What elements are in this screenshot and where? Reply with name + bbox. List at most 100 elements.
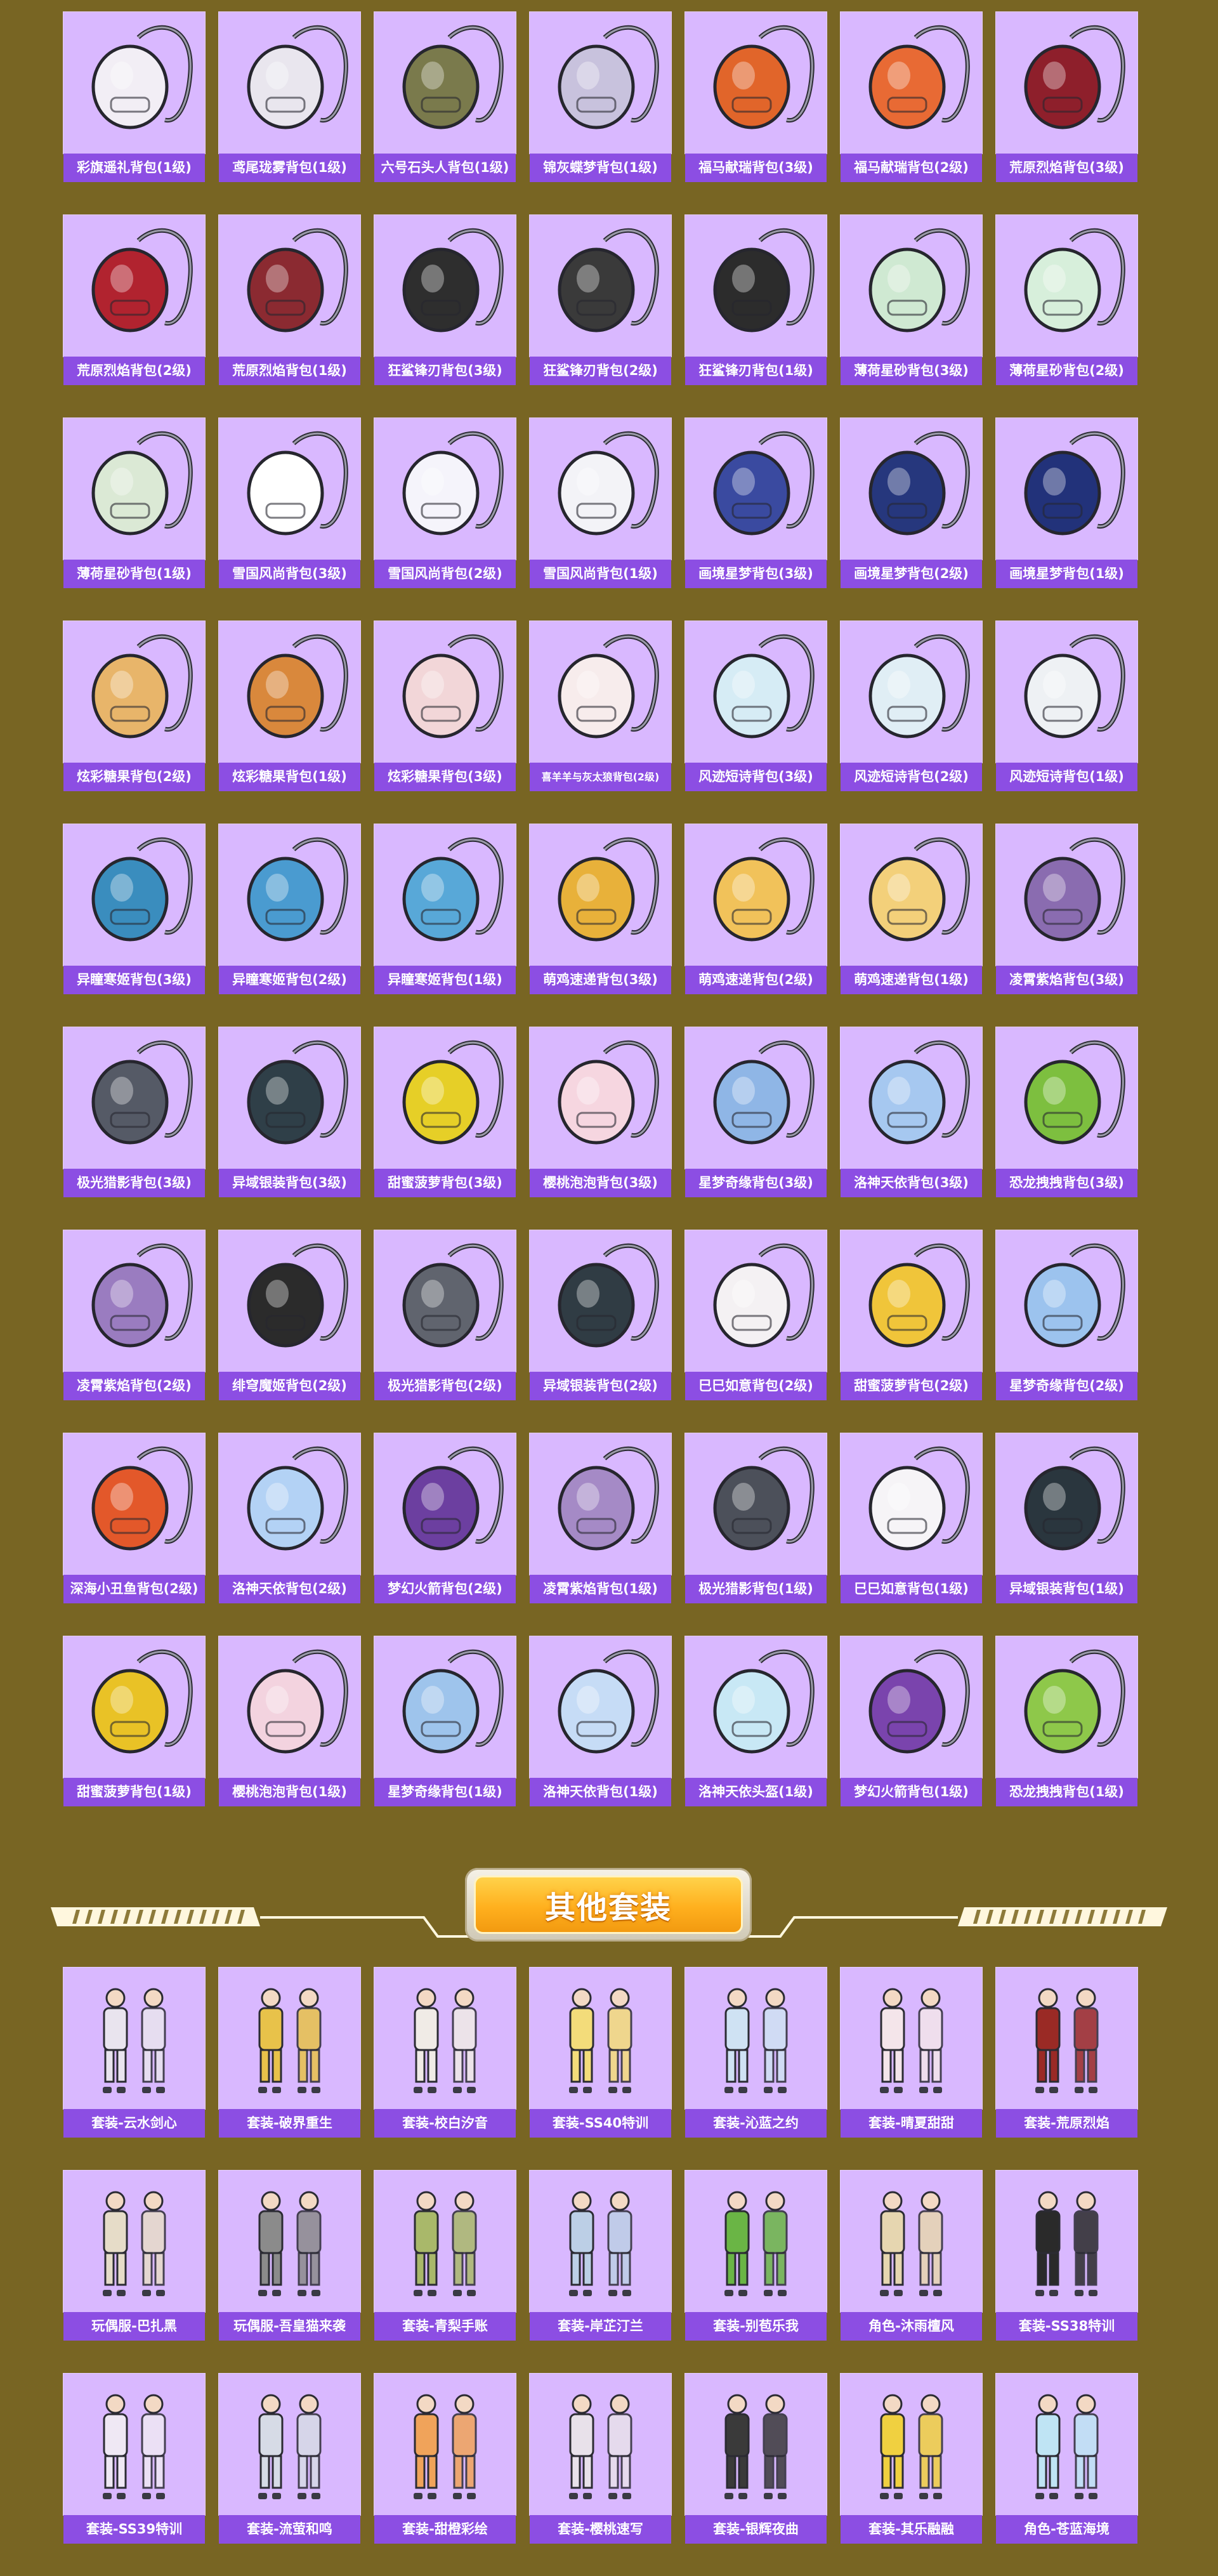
backpack-card[interactable]: 异瞳寒姬背包(2级) <box>218 824 361 994</box>
backpack-card[interactable]: 异域银装背包(3级) <box>218 1027 361 1197</box>
backpack-card[interactable]: 极光猎影背包(2级) <box>374 1230 516 1400</box>
poetry-bag-icon <box>1024 634 1125 739</box>
backpack-card[interactable]: 彩旗遥礼背包(1级) <box>63 11 206 182</box>
backpack-card[interactable]: 异域银装背包(1级) <box>995 1433 1138 1603</box>
storybook-backpack-icon <box>1024 431 1125 536</box>
backpack-card[interactable]: 画境星梦背包(3级) <box>684 417 827 588</box>
backpack-card[interactable]: 洛神天依头盔(1级) <box>684 1636 827 1806</box>
card-label: 套装-SS39特训 <box>63 2515 205 2544</box>
backpack-card[interactable]: 雪国风尚背包(3级) <box>218 417 361 588</box>
outfit-card[interactable]: 套装-SS40特训 <box>529 1967 672 2138</box>
backpack-card[interactable]: 甜蜜菠萝背包(3级) <box>374 1027 516 1197</box>
backpack-card[interactable]: 洛神天依背包(3级) <box>840 1027 983 1197</box>
backpack-card[interactable]: 星梦奇缘背包(2级) <box>995 1230 1138 1400</box>
backpack-card[interactable]: 狂鲨锋刃背包(2级) <box>529 214 672 385</box>
backpack-card[interactable]: 雪国风尚背包(2级) <box>374 417 516 588</box>
backpack-card[interactable]: 雪国风尚背包(1级) <box>529 417 672 588</box>
backpack-card[interactable]: 画境星梦背包(1级) <box>995 417 1138 588</box>
backpack-card[interactable]: 恐龙拽拽背包(3级) <box>995 1027 1138 1197</box>
diamond-bag-icon <box>558 25 659 129</box>
card-label: 极光猎影背包(2级) <box>374 1372 516 1400</box>
backpack-card[interactable]: 萌鸡速递背包(1级) <box>840 824 983 994</box>
backpack-card[interactable]: 福马献瑞背包(3级) <box>684 11 827 182</box>
backpack-card[interactable]: 风迹短诗背包(3级) <box>684 621 827 791</box>
aurora-hunter-backpack-icon <box>91 1040 193 1145</box>
card-label: 洛神天依背包(3级) <box>841 1169 982 1197</box>
backpack-card[interactable]: 凌霄紫焰背包(3级) <box>995 824 1138 994</box>
outfit-card[interactable]: 套装-晴夏甜甜 <box>840 1967 983 2138</box>
backpack-card[interactable]: 风迹短诗背包(2级) <box>840 621 983 791</box>
backpack-card[interactable]: 巳巳如意背包(2级) <box>684 1230 827 1400</box>
backpack-card[interactable]: 福马献瑞背包(2级) <box>840 11 983 182</box>
backpack-card[interactable]: 恐龙拽拽背包(1级) <box>995 1636 1138 1806</box>
backpack-card[interactable]: 樱桃泡泡背包(3级) <box>529 1027 672 1197</box>
backpack-card[interactable]: 梦幻火箭背包(2级) <box>374 1433 516 1603</box>
backpack-card[interactable]: 鸢尾珑雾背包(1级) <box>218 11 361 182</box>
outfit-card[interactable]: 玩偶服-巴扎黑 <box>63 2170 206 2341</box>
outfit-card[interactable]: 角色-沐雨檀风 <box>840 2170 983 2341</box>
backpack-card[interactable]: 画境星梦背包(2级) <box>840 417 983 588</box>
backpack-card[interactable]: 荒原烈焰背包(3级) <box>995 11 1138 182</box>
backpack-card[interactable]: 六号石头人背包(1级) <box>374 11 516 182</box>
backpack-card[interactable]: 甜蜜菠萝背包(2级) <box>840 1230 983 1400</box>
backpack-card[interactable]: 荒原烈焰背包(1级) <box>218 214 361 385</box>
backpack-card[interactable]: 凌霄紫焰背包(1级) <box>529 1433 672 1603</box>
backpack-card[interactable]: 绯穹魔姬背包(2级) <box>218 1230 361 1400</box>
backpack-card[interactable]: 异瞳寒姬背包(1级) <box>374 824 516 994</box>
outfit-card[interactable]: 套装-校白汐音 <box>374 1967 516 2138</box>
outfit-card[interactable]: 套装-SS39特训 <box>63 2373 206 2544</box>
backpack-card[interactable]: 巳巳如意背包(1级) <box>840 1433 983 1603</box>
backpack-card[interactable]: 极光猎影背包(3级) <box>63 1027 206 1197</box>
backpack-card[interactable]: 樱桃泡泡背包(1级) <box>218 1636 361 1806</box>
backpack-card[interactable]: 荒原烈焰背包(2级) <box>63 214 206 385</box>
backpack-card[interactable]: 深海小丑鱼背包(2级) <box>63 1433 206 1603</box>
backpack-card[interactable]: 洛神天依背包(2级) <box>218 1433 361 1603</box>
outfit-card[interactable]: 套装-SS38特训 <box>995 2170 1138 2341</box>
backpack-card[interactable]: 极光猎影背包(1级) <box>684 1433 827 1603</box>
backpack-card[interactable]: 风迹短诗背包(1级) <box>995 621 1138 791</box>
backpack-card[interactable]: 异域银装背包(2级) <box>529 1230 672 1400</box>
outfit-card[interactable]: 套装-樱桃速写 <box>529 2373 672 2544</box>
backpack-card[interactable]: 炫彩糖果背包(2级) <box>63 621 206 791</box>
outfit-card[interactable]: 套装-流萤和鸣 <box>218 2373 361 2544</box>
card-label: 雪国风尚背包(2级) <box>374 560 516 588</box>
backpack-card[interactable]: 薄荷星砂背包(2级) <box>995 214 1138 385</box>
backpack-card[interactable]: 狂鲨锋刃背包(1级) <box>684 214 827 385</box>
outfit-card[interactable]: 角色-苍蓝海境 <box>995 2373 1138 2544</box>
outfit-card[interactable]: 套装-银辉夜曲 <box>684 2373 827 2544</box>
outfit-set-icon <box>103 2394 166 2499</box>
demon-backpack-icon <box>247 1243 348 1348</box>
backpack-card[interactable]: 梦幻火箭背包(1级) <box>840 1636 983 1806</box>
backpack-card[interactable]: 炫彩糖果背包(1级) <box>218 621 361 791</box>
outfit-card[interactable]: 套装-荒原烈焰 <box>995 1967 1138 2138</box>
backpack-card[interactable]: 甜蜜菠萝背包(1级) <box>63 1636 206 1806</box>
backpack-card[interactable]: 洛神天依背包(1级) <box>529 1636 672 1806</box>
backpack-card[interactable]: 锦灰蝶梦背包(1级) <box>529 11 672 182</box>
backpack-card[interactable]: 狂鲨锋刃背包(3级) <box>374 214 516 385</box>
backpack-card[interactable]: 炫彩糖果背包(3级) <box>374 621 516 791</box>
card-label: 福马献瑞背包(2级) <box>841 154 982 182</box>
outfit-card[interactable]: 套装-破界重生 <box>218 1967 361 2138</box>
backpack-card[interactable]: 薄荷星砂背包(1级) <box>63 417 206 588</box>
outfit-card[interactable]: 套装-沁蓝之约 <box>684 1967 827 2138</box>
card-label: 炫彩糖果背包(2级) <box>63 763 205 791</box>
outfit-card[interactable]: 套装-云水剑心 <box>63 1967 206 2138</box>
tech-backpack-icon <box>247 1040 348 1145</box>
outfit-card[interactable]: 套装-别苞乐我 <box>684 2170 827 2341</box>
card-label: 甜蜜菠萝背包(2级) <box>841 1372 982 1400</box>
backpack-card[interactable]: 凌霄紫焰背包(2级) <box>63 1230 206 1400</box>
backpack-card[interactable]: 星梦奇缘背包(1级) <box>374 1636 516 1806</box>
card-label: 萌鸡速递背包(1级) <box>841 966 982 994</box>
outfit-card[interactable]: 玩偶服-吾皇猫来袭 <box>218 2170 361 2341</box>
outfit-card[interactable]: 套装-青梨手账 <box>374 2170 516 2341</box>
backpack-card[interactable]: 喜羊羊与灰太狼背包(2级) <box>529 621 672 791</box>
outfit-card[interactable]: 套装-岸芷汀兰 <box>529 2170 672 2341</box>
backpack-card[interactable]: 异瞳寒姬背包(3级) <box>63 824 206 994</box>
card-label: 萌鸡速递背包(2级) <box>685 966 827 994</box>
backpack-card[interactable]: 星梦奇缘背包(3级) <box>684 1027 827 1197</box>
backpack-card[interactable]: 萌鸡速递背包(2级) <box>684 824 827 994</box>
backpack-card[interactable]: 薄荷星砂背包(3级) <box>840 214 983 385</box>
outfit-card[interactable]: 套装-甜橙彩绘 <box>374 2373 516 2544</box>
outfit-card[interactable]: 套装-其乐融融 <box>840 2373 983 2544</box>
backpack-card[interactable]: 萌鸡速递背包(3级) <box>529 824 672 994</box>
